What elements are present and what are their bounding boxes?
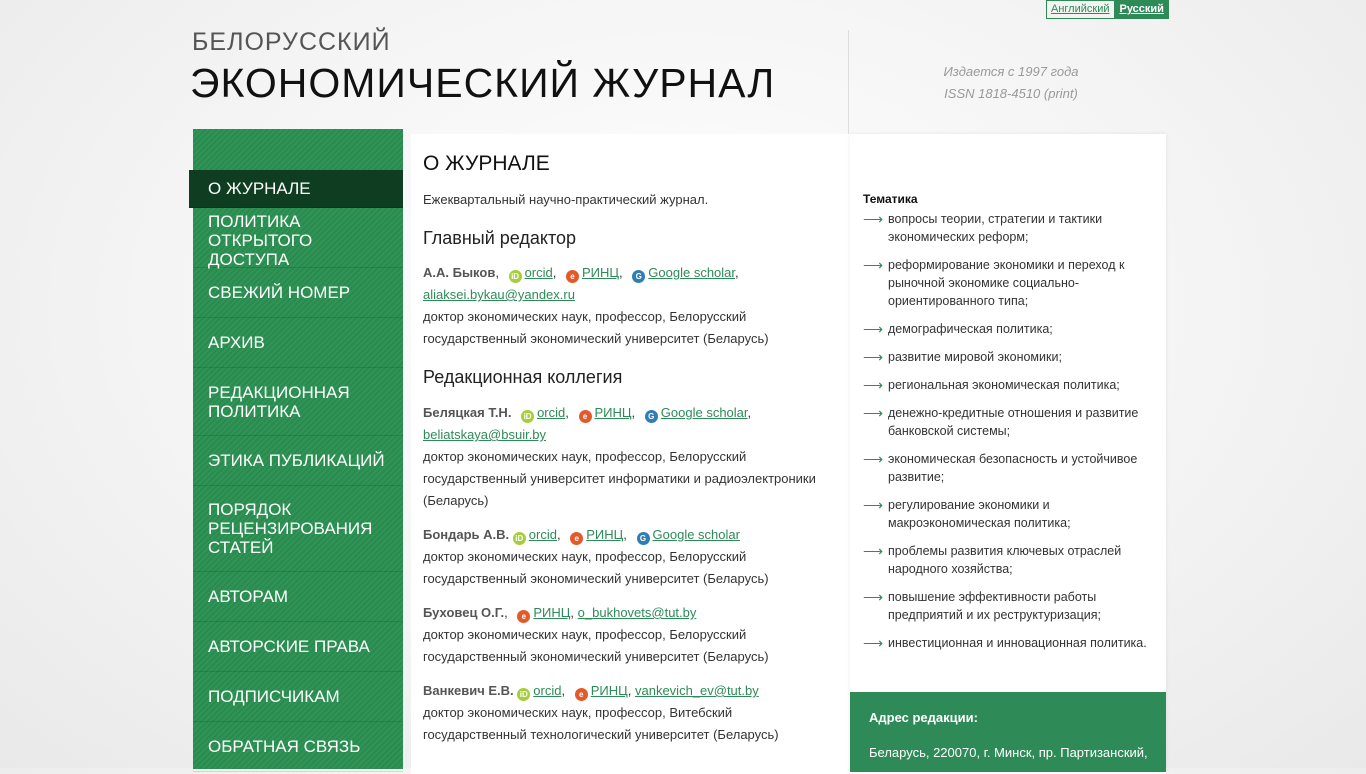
board-member: Бондарь А.В. iD orcid, e РИНЦ, G Google sch… — [423, 527, 769, 586]
board-heading: Редакционная коллегия — [423, 367, 623, 387]
nav-item-archive[interactable]: АРХИВ — [193, 318, 403, 368]
nav-item-subscribers[interactable]: ПОДПИСЧИКАМ — [193, 672, 403, 722]
rinc-link[interactable]: РИНЦ — [533, 605, 570, 620]
page-title: О ЖУРНАЛЕ — [423, 152, 550, 175]
board-member: Беляцкая Т.Н. iD orcid, e РИНЦ, G Google sc… — [423, 405, 816, 508]
topic-item: ⟶ реформирование экономики и переход к ры… — [863, 257, 1125, 308]
orcid-icon: iD — [521, 410, 535, 423]
topics-list: ⟶ вопросы теории, стратегии и тактики эко… — [863, 210, 1163, 662]
board-member: Ванкевич Е.В. iD orcid, e РИНЦ, vankevich_… — [423, 683, 779, 742]
google-scholar-icon: G — [644, 410, 658, 423]
arrow-right-icon: ⟶ — [863, 377, 884, 393]
topic-item: ⟶ денежно-кредитные отношения и развитие … — [863, 405, 1139, 438]
language-switcher: Английский Русский — [1046, 0, 1169, 19]
google-scholar-link[interactable]: Google scholar — [661, 405, 748, 420]
sidebar-nav: О ЖУРНАЛЕ ПОЛИТИКА ОТКРЫТОГО ДОСТУПА СВЕ… — [189, 129, 403, 772]
orcid-link[interactable]: orcid — [529, 527, 557, 542]
rinc-icon: e — [570, 532, 584, 545]
topic-item: ⟶ развитие мировой экономики; — [863, 349, 1062, 365]
logo-subtitle[interactable]: БЕЛОРУССКИЙ — [192, 28, 391, 57]
rinc-icon: e — [566, 270, 579, 283]
arrow-right-icon: ⟶ — [863, 211, 884, 227]
issn: ISSN 1818-4510 (print) — [944, 86, 1078, 101]
editor-heading: Главный редактор — [423, 228, 577, 248]
email-link[interactable]: vankevich_ev@tut.by — [635, 683, 759, 698]
board-member: Буховец О.Г., e РИНЦ, o_bukhovets@tut.by … — [423, 605, 769, 664]
topic-item: ⟶ демографическая политика; — [863, 321, 1053, 337]
editor-entry: А.А. Быков, iD orcid, e РИНЦ, G Google scho… — [423, 265, 769, 346]
topics-title: Тематика — [863, 192, 918, 206]
rinc-icon: e — [578, 410, 592, 423]
address-value: Беларусь, 220070, г. Минск, пр. Партизан… — [869, 745, 1148, 760]
nav-item-review-procedure[interactable]: ПОРЯДОК РЕЦЕНЗИРОВАНИЯ СТАТЕЙ — [193, 486, 403, 572]
nav-item-feedback[interactable]: ОБРАТНАЯ СВЯЗЬ — [193, 722, 403, 772]
header-divider — [848, 30, 849, 134]
arrow-right-icon: ⟶ — [863, 497, 884, 513]
topic-item: ⟶ экономическая безопасность и устойчивое… — [863, 451, 1138, 484]
arrow-right-icon: ⟶ — [863, 405, 884, 421]
google-scholar-icon: G — [636, 532, 650, 545]
rinc-icon: e — [517, 610, 531, 623]
email-link[interactable]: o_bukhovets@tut.by — [578, 605, 697, 620]
address-block: Адрес редакции: Беларусь, 220070, г. Мин… — [850, 692, 1166, 772]
topic-item: ⟶ инвестиционная и инновационная политика… — [863, 635, 1147, 651]
topic-item: ⟶ регулирование экономики и макроэкономич… — [863, 497, 1071, 530]
address-title: Адрес редакции: — [869, 710, 978, 725]
person-name: Ванкевич Е.В. — [423, 683, 514, 698]
published-since: Издается с 1997 года — [943, 64, 1079, 79]
arrow-right-icon: ⟶ — [863, 349, 884, 365]
topics-panel: Тематика ⟶ вопросы теории, стратегии и та… — [850, 134, 1166, 774]
arrow-right-icon: ⟶ — [863, 543, 884, 559]
nav-item-current-issue[interactable]: СВЕЖИЙ НОМЕР — [193, 268, 403, 318]
journal-intro: Ежеквартальный научно-практический журна… — [423, 192, 709, 207]
publication-info: Издается с 1997 года ISSN 1818-4510 (pri… — [868, 61, 1154, 105]
person-name: Буховец О.Г. — [423, 605, 505, 620]
google-scholar-link[interactable]: Google scholar — [648, 265, 735, 280]
email-link[interactable]: beliatskaya@bsuir.by — [423, 427, 546, 442]
topic-item: ⟶ вопросы теории, стратегии и тактики эко… — [863, 211, 1103, 244]
orcid-icon: iD — [512, 532, 526, 545]
person-description: доктор экономических наук, профессор, Бе… — [423, 449, 816, 508]
rinc-link[interactable]: РИНЦ — [595, 405, 632, 420]
rinc-link[interactable]: РИНЦ — [591, 683, 628, 698]
arrow-right-icon: ⟶ — [863, 257, 884, 273]
person-name: А.А. Быков — [423, 265, 496, 280]
lang-english-link[interactable]: Английский — [1046, 0, 1115, 19]
person-description: доктор экономических наук, профессор, Бе… — [423, 309, 769, 346]
topic-item: ⟶ региональная экономическая политика; — [863, 377, 1120, 393]
orcid-icon: iD — [517, 688, 531, 701]
topic-item: ⟶ повышение эффективности работы предприя… — [863, 589, 1102, 622]
google-scholar-link[interactable]: Google scholar — [653, 527, 740, 542]
person-description: доктор экономических наук, профессор, Бе… — [423, 627, 769, 664]
nav-item-open-access[interactable]: ПОЛИТИКА ОТКРЫТОГО ДОСТУПА — [193, 208, 403, 269]
orcid-link[interactable]: orcid — [525, 265, 553, 280]
orcid-link[interactable]: orcid — [533, 683, 561, 698]
lang-russian-link[interactable]: Русский — [1114, 0, 1169, 19]
orcid-icon: iD — [508, 270, 522, 283]
rinc-icon: e — [574, 688, 588, 701]
rinc-link[interactable]: РИНЦ — [586, 527, 623, 542]
arrow-right-icon: ⟶ — [863, 635, 884, 651]
nav-item-copyright[interactable]: АВТОРСКИЕ ПРАВА — [193, 622, 403, 672]
arrow-right-icon: ⟶ — [863, 321, 884, 337]
nav-item-publication-ethics[interactable]: ЭТИКА ПУБЛИКАЦИЙ — [193, 436, 403, 486]
person-name: Беляцкая Т.Н. — [423, 405, 512, 420]
email-link[interactable]: aliaksei.bykau@yandex.ru — [423, 287, 575, 302]
rinc-link[interactable]: РИНЦ — [582, 265, 619, 280]
nav-item-authors[interactable]: АВТОРАМ — [193, 572, 403, 622]
nav-item-about[interactable]: О ЖУРНАЛЕ — [189, 170, 403, 208]
main-content: О ЖУРНАЛЕ Ежеквартальный научно-практиче… — [411, 134, 850, 774]
person-description: доктор экономических наук, профессор, Ви… — [423, 705, 779, 742]
topic-item: ⟶ проблемы развития ключевых отраслей нар… — [863, 543, 1122, 576]
person-name: Бондарь А.В. — [423, 527, 510, 542]
arrow-right-icon: ⟶ — [863, 451, 884, 467]
nav-item-editorial-policy[interactable]: РЕДАКЦИОННАЯ ПОЛИТИКА — [193, 368, 403, 436]
orcid-link[interactable]: orcid — [537, 405, 565, 420]
google-scholar-icon: G — [632, 270, 646, 283]
person-description: доктор экономических наук, профессор, Бе… — [423, 549, 769, 586]
arrow-right-icon: ⟶ — [863, 589, 884, 605]
logo-title[interactable]: ЭКОНОМИЧЕСКИЙ ЖУРНАЛ — [190, 60, 775, 107]
